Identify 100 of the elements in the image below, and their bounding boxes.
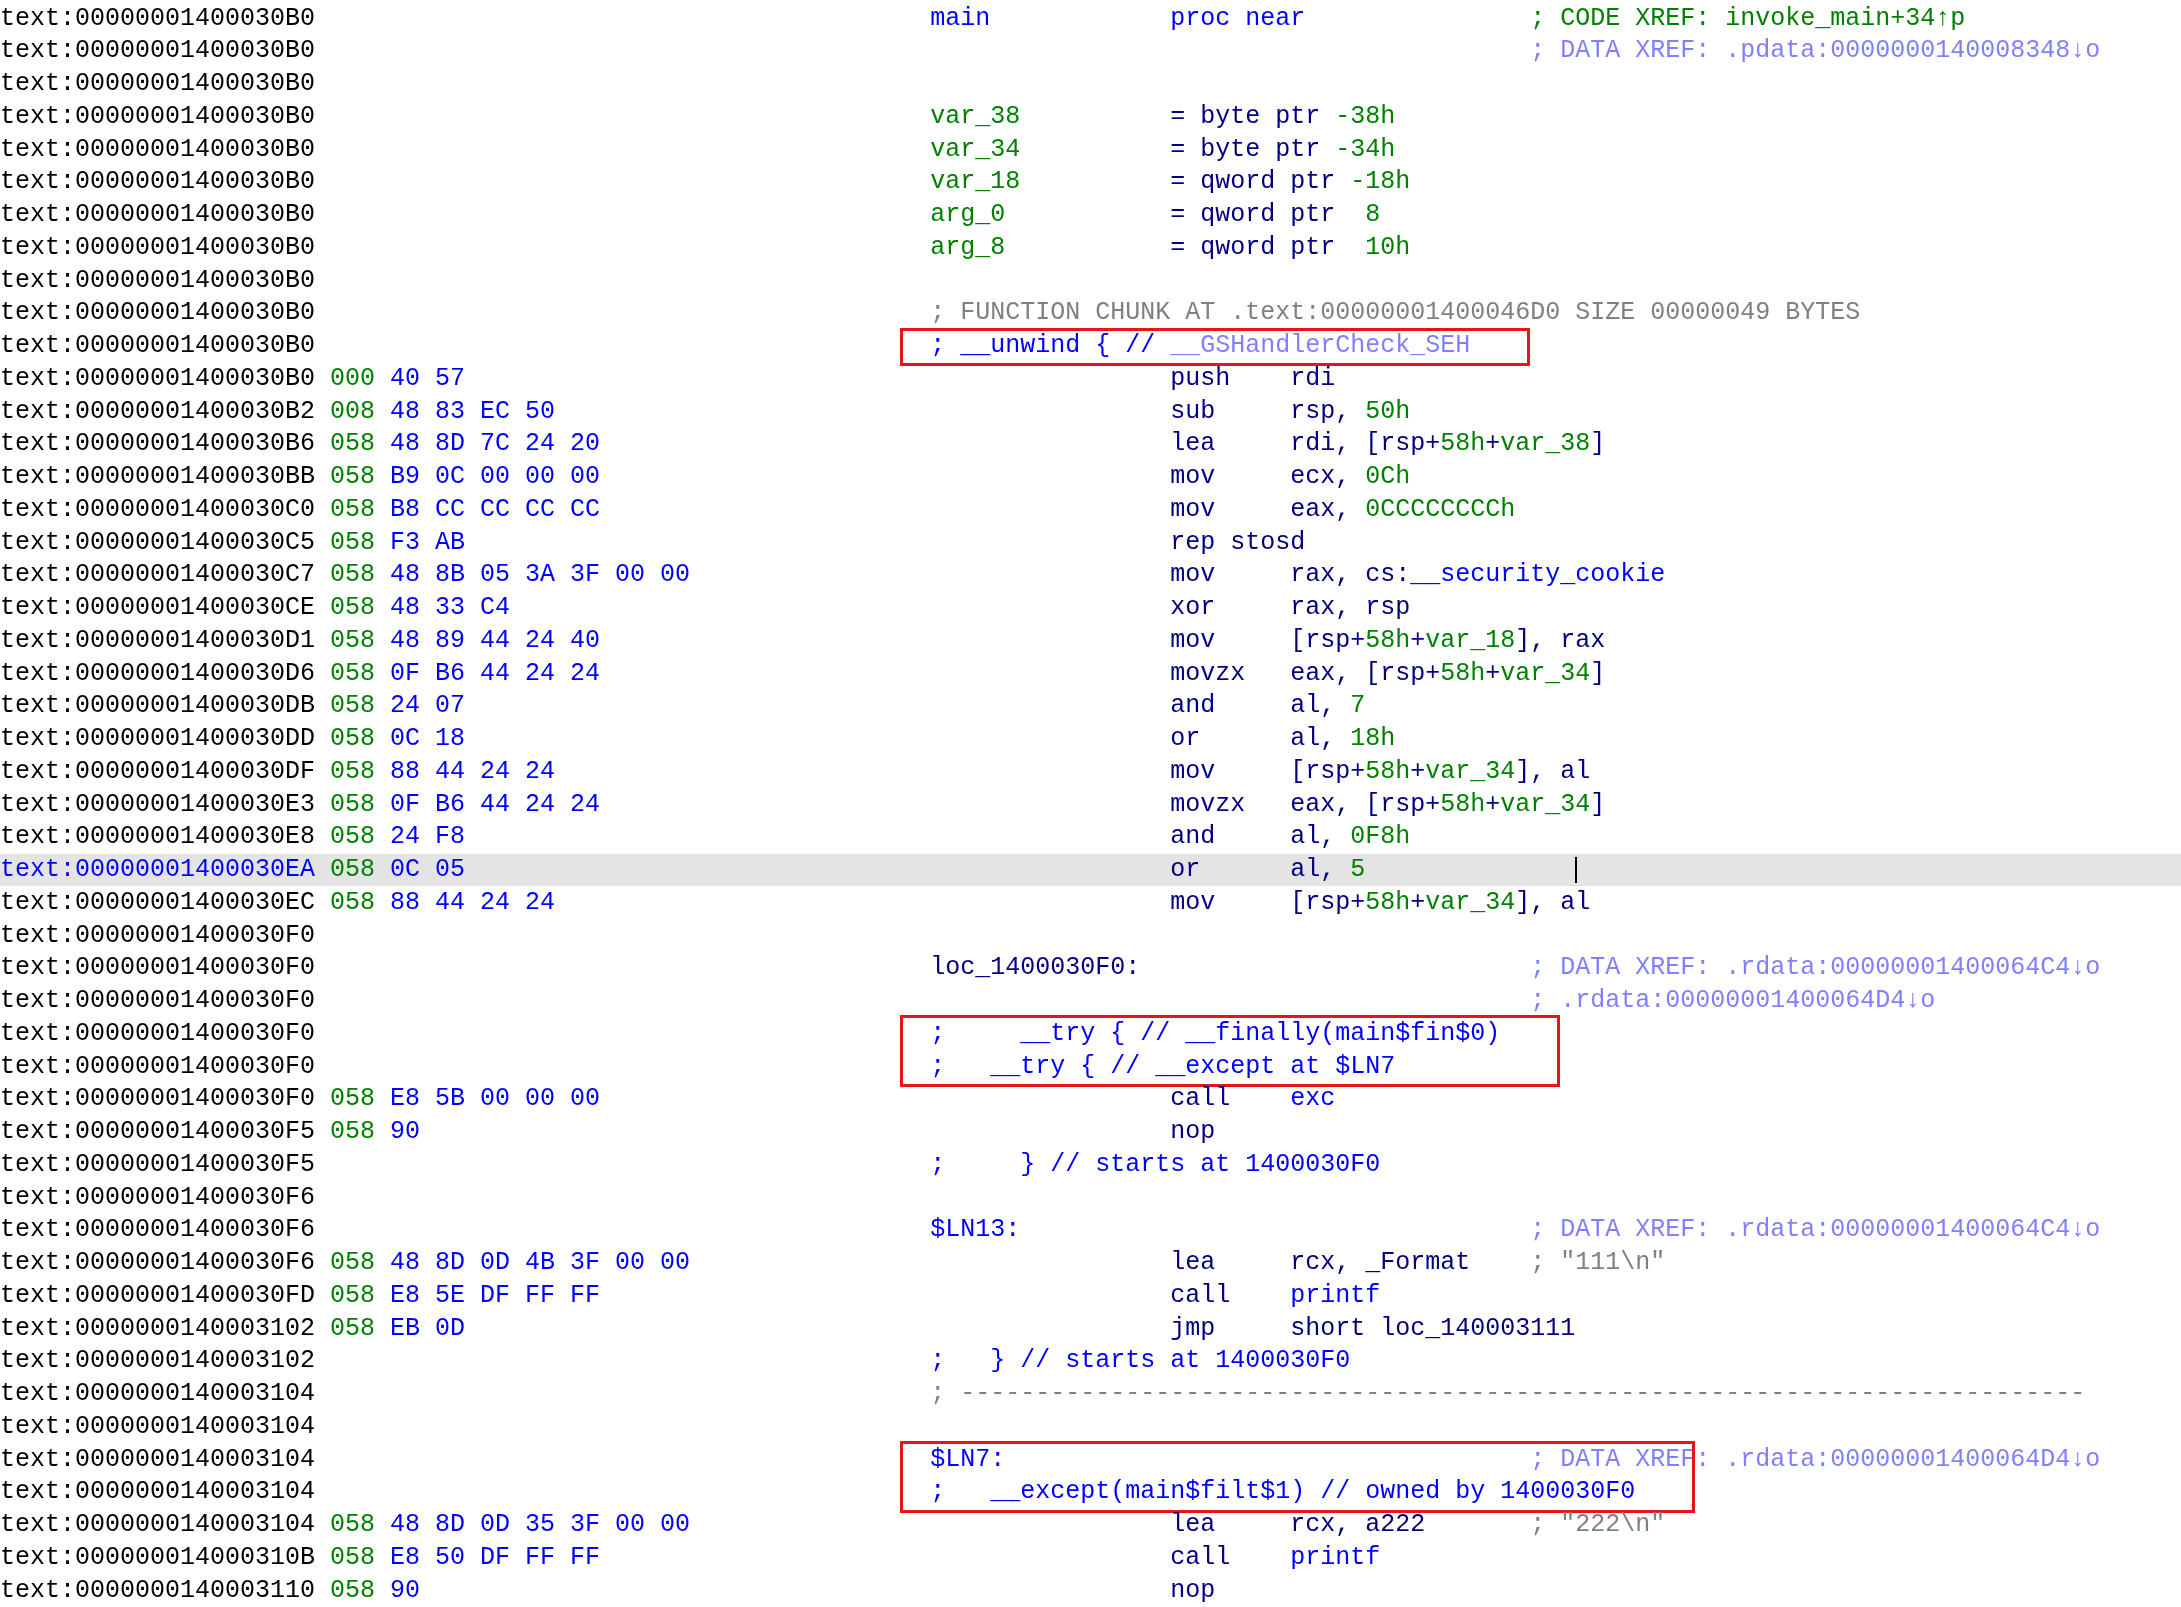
opcode-bytes: 0F B6 44 24 24 (390, 789, 601, 819)
operands: = byte ptr -34h (1170, 134, 1396, 164)
operands: rdi, [rsp+58h+var_38] (1290, 429, 1606, 459)
stack-pointer: 058 (330, 462, 376, 492)
mnemonic: mov (1170, 462, 1216, 492)
mnemonic: rep stosd (1170, 527, 1306, 557)
stack-pointer: 058 (330, 1575, 376, 1605)
address: text:00000001400030D1 (0, 625, 316, 655)
opcode-bytes: 24 F8 (390, 822, 466, 852)
mnemonic: jmp (1170, 1313, 1216, 1343)
address: text:00000001400030B0 (0, 36, 316, 66)
stack-pointer: 058 (330, 1248, 376, 1278)
address: text:00000001400030F0 (0, 920, 316, 950)
operands: rax, cs:__security_cookie (1290, 560, 1666, 590)
stack-pointer: 058 (330, 1280, 376, 1310)
comment: ; DATA XREF: .rdata:00000001400064C4↓o (1530, 1214, 2101, 1247)
address: text:00000001400030BB (0, 462, 316, 492)
mnemonic: or (1170, 855, 1201, 885)
operands: al, 0F8h (1290, 822, 1411, 852)
stack-pointer: 058 (330, 691, 376, 721)
opcode-bytes: B8 CC CC CC CC (390, 494, 601, 524)
operands: [rsp+58h+var_34], al (1290, 887, 1591, 917)
mnemonic: mov (1170, 625, 1216, 655)
listing-label: loc_1400030F0: (930, 953, 1141, 983)
stack-pointer: 008 (330, 396, 376, 426)
mnemonic: lea (1170, 1510, 1216, 1540)
opcode-bytes: E8 50 DF FF FF (390, 1542, 601, 1572)
stack-pointer: 058 (330, 1542, 376, 1572)
stack-pointer: 058 (330, 756, 376, 786)
address: text:0000000140003110 (0, 1575, 316, 1605)
operands: rsp, 50h (1290, 396, 1411, 426)
text-cursor (1575, 856, 1578, 883)
comment: ; DATA XREF: .rdata:00000001400064C4↓o (1530, 952, 2101, 985)
comment: ; DATA XREF: .pdata:0000000140008348↓o (1530, 35, 2101, 68)
address: text:0000000140003104 (0, 1379, 316, 1409)
mnemonic: sub (1170, 396, 1216, 426)
stack-pointer: 058 (330, 855, 376, 885)
opcode-bytes: 48 8D 0D 4B 3F 00 00 (390, 1248, 691, 1278)
mnemonic: nop (1170, 1575, 1216, 1605)
opcode-bytes: 90 (390, 1575, 421, 1605)
operands: [rsp+58h+var_18], rax (1290, 625, 1606, 655)
mnemonic: mov (1170, 494, 1216, 524)
mnemonic: call (1170, 1084, 1231, 1114)
opcode-bytes: 48 8D 0D 35 3F 00 00 (390, 1510, 691, 1540)
operands: rcx, a222 (1290, 1510, 1426, 1540)
opcode-bytes: E8 5B 00 00 00 (390, 1084, 601, 1114)
address: text:00000001400030DF (0, 756, 316, 786)
stack-pointer: 058 (330, 560, 376, 590)
address: text:0000000140003102 (0, 1346, 316, 1376)
address: text:00000001400030FD (0, 1280, 316, 1310)
comment: ; CODE XREF: invoke_main+34↑p (1530, 2, 1966, 35)
stack-pointer: 058 (330, 494, 376, 524)
operands: rcx, _Format (1290, 1248, 1471, 1278)
stack-pointer: 058 (330, 724, 376, 754)
operands: rax, rsp (1290, 593, 1411, 623)
comment: ; "111\n" (1530, 1247, 1666, 1280)
mnemonic: nop (1170, 1117, 1216, 1147)
stack-pointer: 058 (330, 527, 376, 557)
stack-pointer: 058 (330, 1117, 376, 1147)
address: text:00000001400030F0 (0, 986, 316, 1016)
comment: ; .rdata:00000001400064D4↓o (1530, 985, 1936, 1018)
stack-pointer: 058 (330, 625, 376, 655)
address: text:00000001400030B0 (0, 3, 316, 33)
opcode-bytes: 24 07 (390, 691, 466, 721)
listing-label: ; FUNCTION CHUNK AT .text:00000001400046D0 SIZE 00000049 BYTES (930, 298, 1861, 328)
operands: eax, 0CCCCCCCCh (1290, 494, 1516, 524)
opcode-bytes: 88 44 24 24 (390, 756, 556, 786)
operands: = byte ptr -38h (1170, 101, 1396, 131)
opcode-bytes: F3 AB (390, 527, 466, 557)
listing-label: ; __try { // __finally(main$fin$0) (930, 1018, 1501, 1048)
operands: exc (1290, 1084, 1336, 1114)
opcode-bytes: 0F B6 44 24 24 (390, 658, 601, 688)
stack-pointer: 058 (330, 429, 376, 459)
mnemonic: and (1170, 691, 1216, 721)
stack-pointer: 058 (330, 887, 376, 917)
opcode-bytes: 0C 05 (390, 855, 466, 885)
address: text:0000000140003102 (0, 1313, 316, 1343)
stack-pointer: 058 (330, 1510, 376, 1540)
mnemonic: lea (1170, 429, 1216, 459)
mnemonic: push (1170, 363, 1231, 393)
stack-pointer: 058 (330, 593, 376, 623)
mnemonic: or (1170, 724, 1201, 754)
address: text:00000001400030F5 (0, 1117, 316, 1147)
stack-pointer: 058 (330, 658, 376, 688)
opcode-bytes: EB 0D (390, 1313, 466, 1343)
address: text:00000001400030B0 (0, 69, 316, 99)
mnemonic: call (1170, 1280, 1231, 1310)
address: text:00000001400030B6 (0, 429, 316, 459)
mnemonic: movzx (1170, 789, 1246, 819)
opcode-bytes: 48 8B 05 3A 3F 00 00 (390, 560, 691, 590)
operands: proc near (1170, 3, 1306, 33)
address: text:00000001400030B0 (0, 265, 316, 295)
opcode-bytes: 88 44 24 24 (390, 887, 556, 917)
comment: ; "222\n" (1530, 1509, 1666, 1542)
address: text:00000001400030B0 (0, 331, 316, 361)
operands: printf (1290, 1542, 1381, 1572)
address: text:00000001400030DD (0, 724, 316, 754)
selected-row[interactable]: text:00000001400030EA 058 0C 05 or al, 5 (0, 853, 2181, 887)
operands: ecx, 0Ch (1290, 462, 1411, 492)
listing-label: $LN13: (930, 1215, 1021, 1245)
